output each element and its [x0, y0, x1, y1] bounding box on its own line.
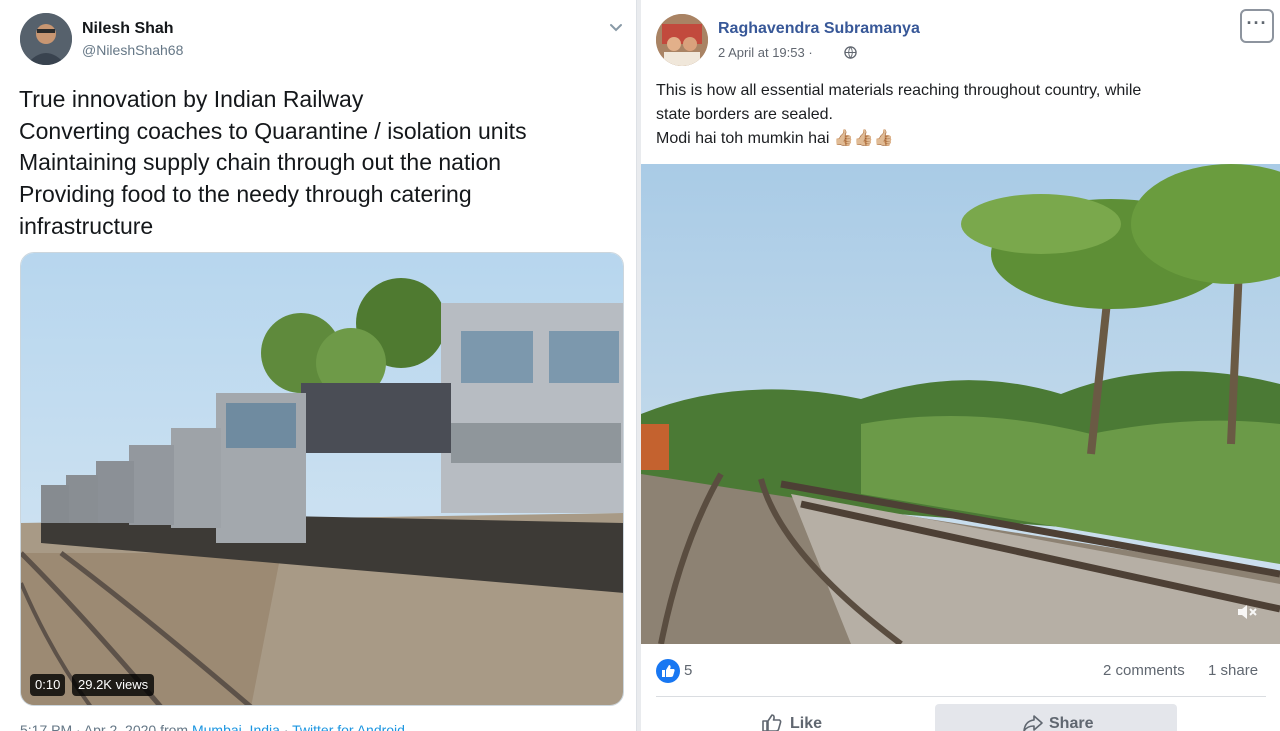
- tweet-text-line: Converting coaches to Quarantine / isola…: [19, 117, 527, 144]
- tweet-video-duration: 0:10: [30, 674, 66, 696]
- thumbs-up-icon[interactable]: [656, 659, 680, 683]
- tweet-text: True innovation by Indian Railway Conver…: [19, 84, 619, 243]
- tweet-author-avatar[interactable]: [20, 13, 72, 65]
- tweet-author-handle[interactable]: @NileshShah68: [82, 42, 183, 58]
- post-options-button[interactable]: ···: [1240, 9, 1274, 43]
- like-button-label: Like: [790, 715, 823, 731]
- share-button[interactable]: Share: [935, 704, 1177, 731]
- share-button-label: Share: [1049, 715, 1094, 731]
- tweet-meta: 5:17 PM · Apr 2, 2020 from Mumbai, India…: [20, 722, 405, 731]
- share-arrow-icon: [1023, 715, 1043, 731]
- facebook-post-card: Raghavendra Subramanya 2 April at 19:53 …: [641, 0, 1280, 731]
- tweet-text-line: True innovation by Indian Railway: [19, 86, 364, 112]
- post-text-line: This is how all essential materials reac…: [656, 82, 1142, 99]
- tweet-source-link[interactable]: Twitter for Android: [292, 722, 405, 731]
- tweet-text-line: infrastructure: [19, 212, 154, 239]
- tweet-meta-separator: ·: [283, 722, 289, 731]
- tweet-text-line: Providing food to the needy through cate…: [19, 181, 472, 208]
- tweet-author-name[interactable]: Nilesh Shah: [82, 20, 174, 38]
- reaction-count[interactable]: 5: [684, 662, 692, 679]
- post-author-avatar[interactable]: [656, 14, 708, 66]
- like-button[interactable]: Like: [661, 704, 941, 731]
- post-text-line: Modi hai toh mumkin hai 👍🏼👍🏼👍🏼: [656, 130, 894, 147]
- post-video-player[interactable]: [641, 164, 1280, 644]
- tweet-text-line: Maintaining supply chain through out the…: [19, 149, 502, 176]
- post-text-line: state borders are sealed.: [656, 106, 833, 123]
- tweet-card: Nilesh Shah @NileshShah68 True innovatio…: [0, 0, 637, 731]
- speaker-muted-icon[interactable]: [1235, 600, 1259, 624]
- globe-icon: [844, 46, 857, 59]
- post-author-name[interactable]: Raghavendra Subramanya: [718, 20, 920, 38]
- chevron-down-icon[interactable]: [607, 18, 625, 36]
- tweet-video-player[interactable]: [20, 252, 624, 706]
- tweet-location-link[interactable]: Mumbai, India: [192, 722, 280, 731]
- thumbs-up-outline-icon: [762, 714, 782, 731]
- tweet-video-views: 29.2K views: [72, 674, 155, 696]
- tweet-timestamp[interactable]: 5:17 PM · Apr 2, 2020 from: [20, 722, 188, 731]
- action-divider: [656, 696, 1266, 697]
- share-count-link[interactable]: 1 share: [1208, 662, 1258, 679]
- post-timestamp[interactable]: 2 April at 19:53 ·: [718, 45, 813, 60]
- post-text: This is how all essential materials reac…: [656, 79, 1266, 151]
- comment-count-link[interactable]: 2 comments: [1103, 662, 1185, 679]
